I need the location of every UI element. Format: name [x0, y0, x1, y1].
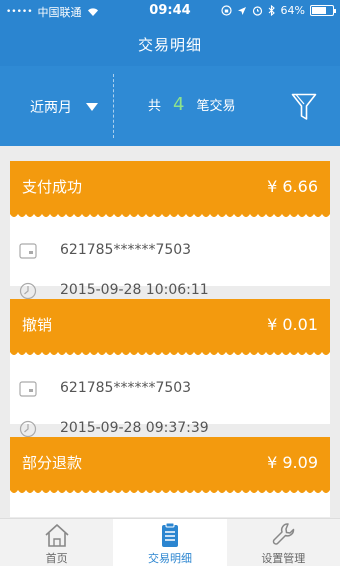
transaction-amount: ¥ 9.09: [267, 453, 318, 472]
transaction-card[interactable]: 部分退款 ¥ 9.09: [10, 437, 330, 517]
header: ••••• 中国联通 09:44 64% 交易明细: [0, 0, 340, 66]
zigzag-edge: [10, 488, 330, 493]
card-header: 部分退款 ¥ 9.09: [10, 437, 330, 493]
filter-icon[interactable]: [291, 93, 317, 123]
transaction-amount: ¥ 6.66: [267, 177, 318, 196]
page-title: 交易明细: [137, 36, 202, 54]
tab-settings[interactable]: 设置管理: [227, 519, 340, 566]
zigzag-edge: [10, 350, 330, 355]
card-number: 621785******7503: [60, 380, 192, 396]
bank-card-icon: [19, 381, 37, 397]
card-number-row: 621785******7503: [10, 369, 330, 409]
transaction-status: 撤销: [22, 316, 53, 334]
clipboard-icon: [161, 522, 178, 547]
divider: [113, 74, 114, 138]
count-number: 4: [173, 94, 185, 115]
rotation-lock-icon: [220, 5, 232, 16]
battery-icon: [310, 5, 336, 16]
transaction-time: 2015-09-28 09:37:39: [60, 420, 209, 436]
card-number: 621785******7503: [60, 242, 192, 258]
filter-bar: 近两月 共 4 笔交易: [0, 66, 340, 146]
transaction-time: 2015-09-28 10:06:11: [60, 282, 209, 298]
period-selector[interactable]: 近两月: [30, 97, 98, 117]
wrench-icon: [273, 523, 295, 545]
bank-card-icon: [19, 243, 37, 259]
transaction-card[interactable]: 支付成功 ¥ 6.66 621785******7503 2015-09-28 …: [10, 161, 330, 300]
tab-label: 设置管理: [261, 552, 306, 565]
caret-down-icon: [86, 103, 98, 111]
transaction-status: 支付成功: [22, 178, 83, 196]
transaction-status: 部分退款: [22, 454, 83, 472]
home-icon: [45, 524, 69, 547]
tab-bar: 首页 交易明细 设置管理: [0, 518, 340, 566]
transaction-list: 支付成功 ¥ 6.66 621785******7503 2015-09-28 …: [10, 161, 330, 530]
count-suffix: 笔交易: [196, 99, 236, 114]
location-icon: [237, 6, 246, 15]
card-header: 支付成功 ¥ 6.66: [10, 161, 330, 217]
alarm-icon: [252, 6, 262, 16]
transaction-amount: ¥ 0.01: [267, 315, 318, 334]
card-number-row: 621785******7503: [10, 231, 330, 271]
clock-icon: [19, 420, 37, 438]
clock-icon: [19, 282, 37, 300]
tab-transactions[interactable]: 交易明细: [113, 519, 227, 566]
transaction-count: 共 4 笔交易: [148, 94, 235, 115]
card-header: 撤销 ¥ 0.01: [10, 299, 330, 355]
transaction-card[interactable]: 撤销 ¥ 0.01 621785******7503 2015-09-28 09…: [10, 299, 330, 438]
zigzag-edge: [10, 212, 330, 217]
battery-percent: 64%: [280, 4, 305, 17]
tab-label: 首页: [45, 552, 68, 565]
status-bar: ••••• 中国联通 09:44 64%: [0, 0, 340, 22]
bluetooth-icon: [268, 5, 275, 16]
period-label: 近两月: [30, 100, 72, 116]
count-prefix: 共: [148, 99, 162, 114]
tab-home[interactable]: 首页: [0, 519, 113, 566]
tab-label: 交易明细: [147, 552, 192, 565]
